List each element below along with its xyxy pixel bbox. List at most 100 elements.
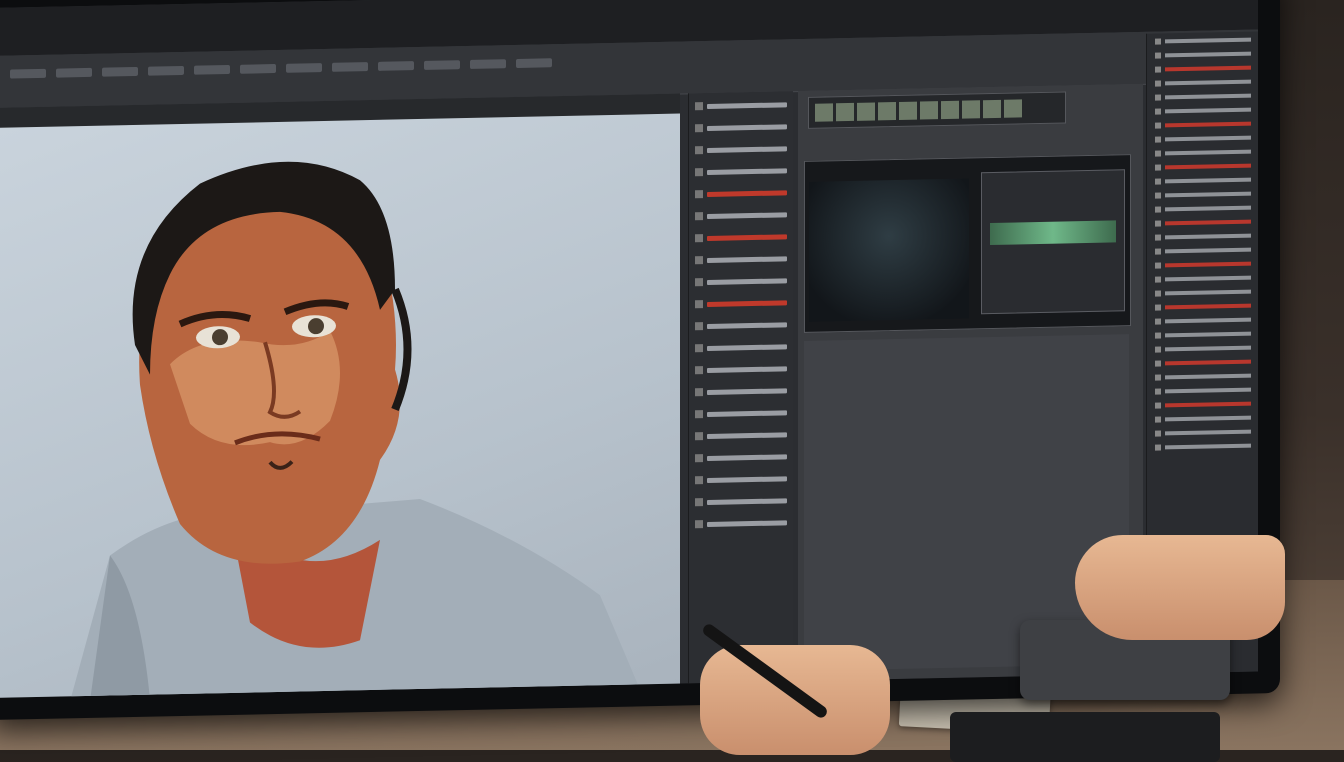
tool-icon[interactable]	[148, 65, 184, 76]
tool-icon[interactable]	[240, 64, 276, 74]
property-row[interactable]	[1155, 51, 1251, 62]
property-row[interactable]	[1155, 93, 1251, 104]
tool-icon[interactable]	[194, 64, 230, 75]
layer-visibility-icon[interactable]	[695, 366, 703, 375]
layer-visibility-icon[interactable]	[695, 278, 703, 287]
property-bar	[1165, 373, 1251, 380]
layer-visibility-icon[interactable]	[695, 300, 703, 309]
tool-icon[interactable]	[102, 66, 138, 77]
layer-visibility-icon[interactable]	[695, 190, 703, 199]
property-row[interactable]	[1155, 387, 1251, 398]
property-row[interactable]	[1155, 219, 1251, 230]
timeline-thumbnail-icon[interactable]	[983, 99, 1001, 119]
layer-row[interactable]	[695, 139, 787, 159]
property-row[interactable]	[1155, 359, 1251, 370]
layer-visibility-icon[interactable]	[695, 322, 703, 331]
layer-visibility-icon[interactable]	[695, 454, 703, 463]
layer-row[interactable]	[695, 161, 787, 181]
property-row[interactable]	[1155, 149, 1251, 160]
property-row[interactable]	[1155, 401, 1251, 412]
layer-row[interactable]	[695, 447, 787, 467]
property-row[interactable]	[1155, 65, 1251, 76]
property-row[interactable]	[1155, 121, 1251, 132]
property-row[interactable]	[1155, 247, 1251, 258]
property-bar	[1165, 345, 1251, 352]
timeline-thumbnail-icon[interactable]	[920, 101, 938, 120]
tool-icon[interactable]	[332, 62, 368, 72]
layer-row[interactable]	[695, 513, 787, 533]
timeline-thumbnail-icon[interactable]	[878, 102, 896, 121]
layer-row[interactable]	[695, 315, 787, 335]
layer-visibility-icon[interactable]	[695, 124, 703, 133]
tool-icon[interactable]	[10, 68, 46, 79]
layer-visibility-icon[interactable]	[695, 476, 703, 485]
layer-visibility-icon[interactable]	[695, 256, 703, 265]
layer-row[interactable]	[695, 271, 787, 291]
property-row[interactable]	[1155, 429, 1251, 440]
property-row[interactable]	[1155, 331, 1251, 342]
property-row[interactable]	[1155, 317, 1251, 328]
layer-visibility-icon[interactable]	[695, 234, 703, 243]
property-row[interactable]	[1155, 163, 1251, 174]
layer-row[interactable]	[695, 183, 787, 203]
audio-settings-dialog[interactable]	[981, 169, 1125, 315]
property-row[interactable]	[1155, 261, 1251, 272]
tool-icon[interactable]	[470, 59, 506, 69]
tool-icon[interactable]	[378, 61, 414, 71]
layer-visibility-icon[interactable]	[695, 388, 703, 397]
property-row[interactable]	[1155, 79, 1251, 90]
timeline-thumbnail-icon[interactable]	[857, 102, 875, 121]
layer-row[interactable]	[695, 293, 787, 313]
timeline-thumbnail-icon[interactable]	[962, 100, 980, 119]
property-row[interactable]	[1155, 289, 1251, 300]
property-row[interactable]	[1155, 135, 1251, 146]
property-icon	[1155, 164, 1161, 171]
property-row[interactable]	[1155, 373, 1251, 384]
tool-icon[interactable]	[516, 58, 552, 68]
property-row[interactable]	[1155, 191, 1251, 202]
layer-row[interactable]	[695, 117, 787, 137]
layer-visibility-icon[interactable]	[695, 168, 703, 177]
property-row[interactable]	[1155, 107, 1251, 118]
property-row[interactable]	[1155, 345, 1251, 356]
layer-visibility-icon[interactable]	[695, 520, 703, 529]
layer-row[interactable]	[695, 425, 787, 445]
layer-row[interactable]	[695, 205, 787, 225]
property-row[interactable]	[1155, 303, 1251, 314]
layer-row[interactable]	[695, 403, 787, 423]
tool-icon[interactable]	[286, 63, 322, 73]
layer-row[interactable]	[695, 381, 787, 401]
layer-visibility-icon[interactable]	[695, 498, 703, 507]
drawing-canvas[interactable]	[0, 113, 680, 698]
timeline-thumbnail-icon[interactable]	[899, 101, 917, 120]
layer-row[interactable]	[695, 249, 787, 269]
layer-visibility-icon[interactable]	[695, 212, 703, 221]
layer-row[interactable]	[695, 227, 787, 247]
layer-row[interactable]	[695, 337, 787, 357]
property-row[interactable]	[1155, 177, 1251, 188]
property-row[interactable]	[1155, 37, 1251, 48]
property-row[interactable]	[1155, 415, 1251, 426]
layer-row[interactable]	[695, 359, 787, 379]
layer-visibility-icon[interactable]	[695, 102, 703, 111]
property-row[interactable]	[1155, 275, 1251, 286]
layer-row[interactable]	[695, 95, 787, 115]
layer-row[interactable]	[695, 469, 787, 489]
property-row[interactable]	[1155, 443, 1251, 454]
video-preview-window[interactable]	[804, 154, 1131, 333]
tool-icon[interactable]	[424, 60, 460, 70]
timeline-thumbnail-icon[interactable]	[836, 102, 854, 122]
timeline-thumbnail-icon[interactable]	[815, 103, 833, 122]
property-icon	[1155, 108, 1161, 115]
layer-visibility-icon[interactable]	[695, 410, 703, 419]
property-row[interactable]	[1155, 205, 1251, 216]
tool-icon[interactable]	[56, 67, 92, 78]
timeline-strip[interactable]	[808, 91, 1066, 129]
layer-row[interactable]	[695, 491, 787, 511]
property-row[interactable]	[1155, 233, 1251, 244]
timeline-thumbnail-icon[interactable]	[1004, 99, 1022, 118]
timeline-thumbnail-icon[interactable]	[941, 100, 959, 120]
layer-visibility-icon[interactable]	[695, 344, 703, 353]
layer-visibility-icon[interactable]	[695, 146, 703, 155]
layer-visibility-icon[interactable]	[695, 432, 703, 441]
